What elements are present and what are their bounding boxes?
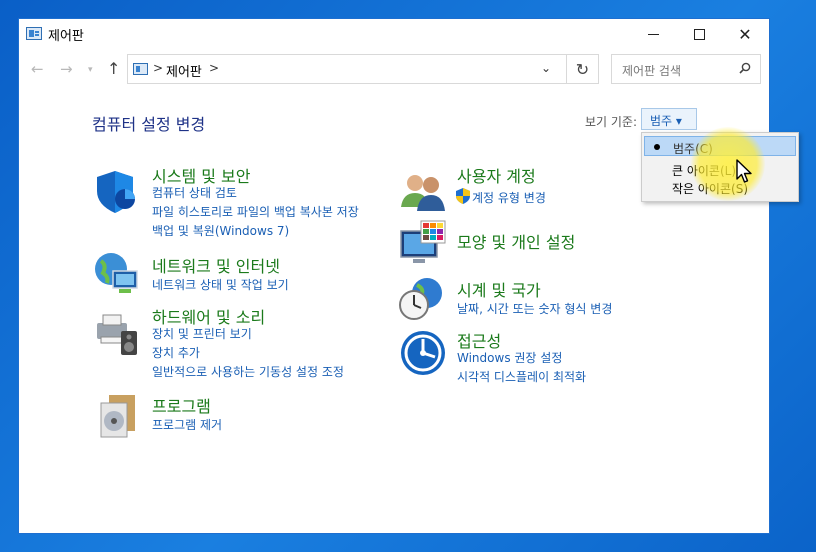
breadcrumb-separator[interactable]: > [153,61,163,75]
breadcrumb-separator[interactable]: > [209,61,219,75]
forward-arrow-icon[interactable]: → [60,60,73,78]
maximize-icon [693,28,705,40]
category-link[interactable]: 파일 히스토리로 파일의 백업 복사본 저장 [152,203,359,220]
category-link[interactable]: 일반적으로 사용하는 기동성 설정 조정 [152,363,344,380]
category-link[interactable]: 컴퓨터 상태 검토 [152,184,237,201]
window-title: 제어판 [48,29,84,44]
control-panel-icon [133,63,148,75]
users-icon [401,175,445,211]
category-link[interactable]: Windows 권장 설정 [457,349,562,366]
category-title[interactable]: 모양 및 개인 설정 [457,229,575,253]
search-input[interactable]: 제어판 검색 [611,54,761,84]
navigation-bar: ← → ▾ ↑ > 제어판 > ⌄ ↻ 제어판 검색 [19,53,769,85]
category-link[interactable]: 시각적 디스플레이 최적화 [457,368,586,385]
recent-locations-chevron-icon[interactable]: ▾ [88,65,93,75]
category-title[interactable]: 사용자 계정 [457,163,536,187]
search-icon [739,62,751,74]
uac-shield-icon [456,188,470,204]
accessibility-icon [401,331,445,375]
back-arrow-icon[interactable]: ← [31,60,44,78]
selected-bullet-icon [654,144,660,150]
title-bar[interactable]: 제어판 ✕ [19,19,769,49]
display-palette-icon [400,220,446,263]
category-link[interactable]: 장치 및 프린터 보기 [152,325,252,342]
printer-speaker-icon [97,314,137,355]
mouse-cursor-icon [736,159,752,183]
category-link[interactable]: 백업 및 복원(Windows 7) [152,222,289,239]
address-dropdown-chevron-icon[interactable]: ⌄ [541,61,551,75]
control-panel-icon [26,27,42,40]
breadcrumb-control-panel[interactable]: 제어판 [166,61,202,80]
category-link[interactable]: 계정 유형 변경 [472,189,546,206]
network-globe-icon [95,253,138,293]
category-link[interactable]: 날짜, 시간 또는 숫자 형식 변경 [457,300,612,317]
control-panel-window: 제어판 ✕ ← → ▾ ↑ > 제어판 > ⌄ ↻ 제어판 검색 컴퓨터 설정 … [18,18,799,534]
search-placeholder: 제어판 검색 [622,64,682,78]
category-link[interactable]: 장치 추가 [152,344,200,361]
category-link[interactable]: 네트워크 상태 및 작업 보기 [152,276,289,293]
category-link[interactable]: 프로그램 제거 [152,416,222,433]
minimize-button[interactable] [630,19,676,49]
programs-disc-icon [100,395,135,438]
page-title: 컴퓨터 설정 변경 [92,115,206,134]
maximize-button[interactable] [676,19,722,49]
close-button[interactable]: ✕ [722,19,768,49]
address-bar[interactable]: > 제어판 > ⌄ [127,54,567,84]
category-title[interactable]: 시계 및 국가 [457,277,541,301]
view-by-dropdown[interactable]: 범주 ▾ [641,108,697,130]
refresh-icon: ↻ [575,59,590,79]
clock-globe-icon [399,278,442,320]
minimize-icon [647,33,659,35]
shield-icon [97,171,135,213]
refresh-button[interactable]: ↻ [567,54,599,84]
view-by-label: 보기 기준: [585,115,638,129]
category-title[interactable]: 네트워크 및 인터넷 [152,253,280,277]
category-title[interactable]: 프로그램 [152,393,211,417]
close-icon: ✕ [738,24,752,44]
up-arrow-icon[interactable]: ↑ [107,59,120,78]
